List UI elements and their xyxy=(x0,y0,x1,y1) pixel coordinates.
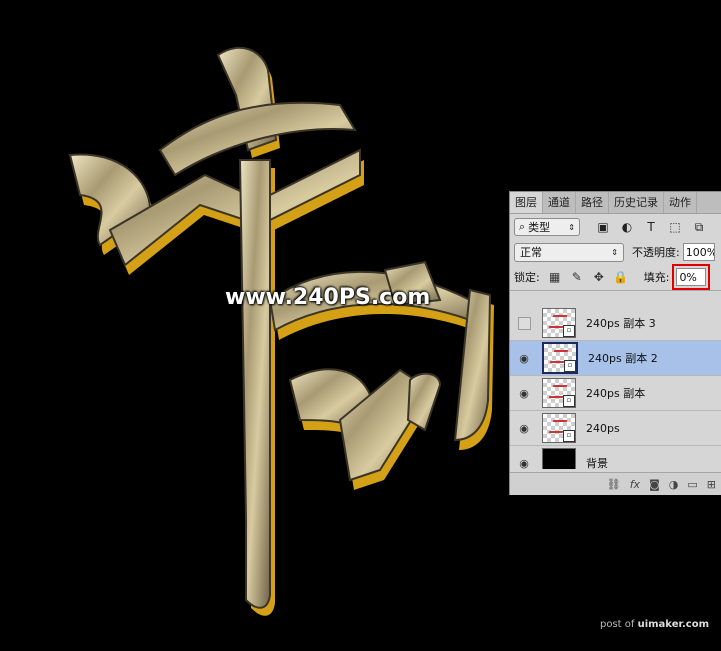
lock-icons: ▦ ✎ ✥ 🔒 xyxy=(546,268,630,286)
filter-icons: ▣ ◐ T ⬚ ⧉ xyxy=(594,218,708,236)
shape-filter-icon[interactable]: ⬚ xyxy=(666,218,684,236)
lock-row: 锁定: ▦ ✎ ✥ 🔒 填充: 0% xyxy=(510,264,721,291)
eye-icon: ◉ xyxy=(519,386,529,400)
adjustment-filter-icon[interactable]: ◐ xyxy=(618,218,636,236)
smart-object-filter-icon[interactable]: ⧉ xyxy=(690,218,708,236)
layer-thumbnail xyxy=(542,448,576,469)
layer-name[interactable]: 240ps 副本 xyxy=(586,385,645,401)
opacity-label: 不透明度: xyxy=(632,246,680,259)
tab-layers[interactable]: 图层 xyxy=(510,192,543,213)
layer-thumbnail: ▫ xyxy=(542,378,576,408)
filter-row: ⌕ 类型 ⇕ ▣ ◐ T ⬚ ⧉ xyxy=(510,214,721,240)
tab-history[interactable]: 历史记录 xyxy=(609,192,664,213)
layer-row[interactable]: ◉ ▫ 240ps 副本 xyxy=(510,376,721,411)
visibility-toggle[interactable]: ◉ xyxy=(510,457,538,470)
fill-highlight-box: 0% xyxy=(672,264,711,290)
layer-row[interactable]: ◉ ▫ 240ps 副本 2 xyxy=(510,341,721,376)
layer-thumbnail: ▫ xyxy=(542,308,576,338)
search-icon: ⌕ xyxy=(519,220,526,233)
fx-icon[interactable]: fx xyxy=(630,478,640,491)
layer-thumbnail: ▫ xyxy=(542,413,576,443)
eye-icon: ◉ xyxy=(519,421,529,435)
image-filter-icon[interactable]: ▣ xyxy=(594,218,612,236)
layer-name[interactable]: 240ps xyxy=(586,422,620,435)
blend-row: 正常 ⇕ 不透明度: 100% xyxy=(510,240,721,264)
panel-tabs: 图层 通道 路径 历史记录 动作 xyxy=(510,192,721,214)
credit-prefix: post of xyxy=(600,619,638,630)
visibility-toggle[interactable] xyxy=(510,316,538,330)
layer-thumbnail: ▫ xyxy=(542,342,578,374)
eye-icon: ◉ xyxy=(519,456,529,470)
visibility-toggle[interactable]: ◉ xyxy=(510,352,538,365)
type-filter-icon[interactable]: T xyxy=(642,218,660,236)
hidden-box-icon xyxy=(517,316,531,330)
tab-actions[interactable]: 动作 xyxy=(664,192,697,213)
visibility-toggle[interactable]: ◉ xyxy=(510,387,538,400)
adjustment-icon[interactable]: ◑ xyxy=(669,478,679,491)
lock-pixels-icon[interactable]: ✎ xyxy=(568,268,586,286)
tab-paths[interactable]: 路径 xyxy=(576,192,609,213)
layer-kind-filter-select[interactable]: ⌕ 类型 ⇕ xyxy=(514,218,580,236)
layer-list: ▫ 240ps 副本 3 ◉ ▫ 240ps 副本 2 ◉ ▫ 240ps 副本… xyxy=(510,306,721,469)
layer-name[interactable]: 背景 xyxy=(586,455,608,469)
credit-text: post of uimaker.com xyxy=(600,619,709,630)
smart-object-icon: ▫ xyxy=(563,325,575,337)
blend-mode-value: 正常 xyxy=(520,246,542,259)
opacity-input[interactable]: 100% xyxy=(682,243,715,261)
smart-object-icon: ▫ xyxy=(563,430,575,442)
group-folder-icon[interactable]: ▭ xyxy=(687,478,697,491)
metal-strokes xyxy=(68,46,492,609)
watermark-text: www.240PS.com xyxy=(225,285,431,310)
link-icon[interactable]: ⛓ xyxy=(607,478,621,491)
gold-shadow-strokes xyxy=(74,55,494,616)
fill-label: 填充: xyxy=(643,271,670,284)
tab-channels[interactable]: 通道 xyxy=(543,192,576,213)
layer-name[interactable]: 240ps 副本 3 xyxy=(586,315,656,331)
lock-label: 锁定: xyxy=(514,271,540,284)
fill-input[interactable]: 0% xyxy=(676,268,707,286)
eye-icon: ◉ xyxy=(519,351,529,365)
blend-mode-select[interactable]: 正常 ⇕ xyxy=(514,242,624,262)
layer-row[interactable]: ◉ 背景 xyxy=(510,446,721,469)
panel-bottom-bar: ⛓ fx ◙ ◑ ▭ ⊞ xyxy=(510,472,721,495)
smart-object-icon: ▫ xyxy=(564,360,576,372)
chevron-updown-icon: ⇕ xyxy=(611,247,618,257)
layers-panel: 图层 通道 路径 历史记录 动作 ⌕ 类型 ⇕ ▣ ◐ T ⬚ ⧉ 正常 ⇕ 不… xyxy=(509,191,721,495)
layer-row[interactable]: ◉ ▫ 240ps xyxy=(510,411,721,446)
chevron-updown-icon: ⇕ xyxy=(568,222,575,232)
smart-object-icon: ▫ xyxy=(563,395,575,407)
lock-position-icon[interactable]: ✥ xyxy=(590,268,608,286)
layer-name[interactable]: 240ps 副本 2 xyxy=(588,350,658,366)
visibility-toggle[interactable]: ◉ xyxy=(510,422,538,435)
lock-transparency-icon[interactable]: ▦ xyxy=(546,268,564,286)
lock-all-icon[interactable]: 🔒 xyxy=(612,268,630,286)
layer-row[interactable]: ▫ 240ps 副本 3 xyxy=(510,306,721,341)
new-layer-icon[interactable]: ⊞ xyxy=(707,478,716,491)
mask-icon[interactable]: ◙ xyxy=(649,478,660,491)
credit-site: uimaker.com xyxy=(637,619,709,630)
layer-kind-value: 类型 xyxy=(528,221,551,234)
